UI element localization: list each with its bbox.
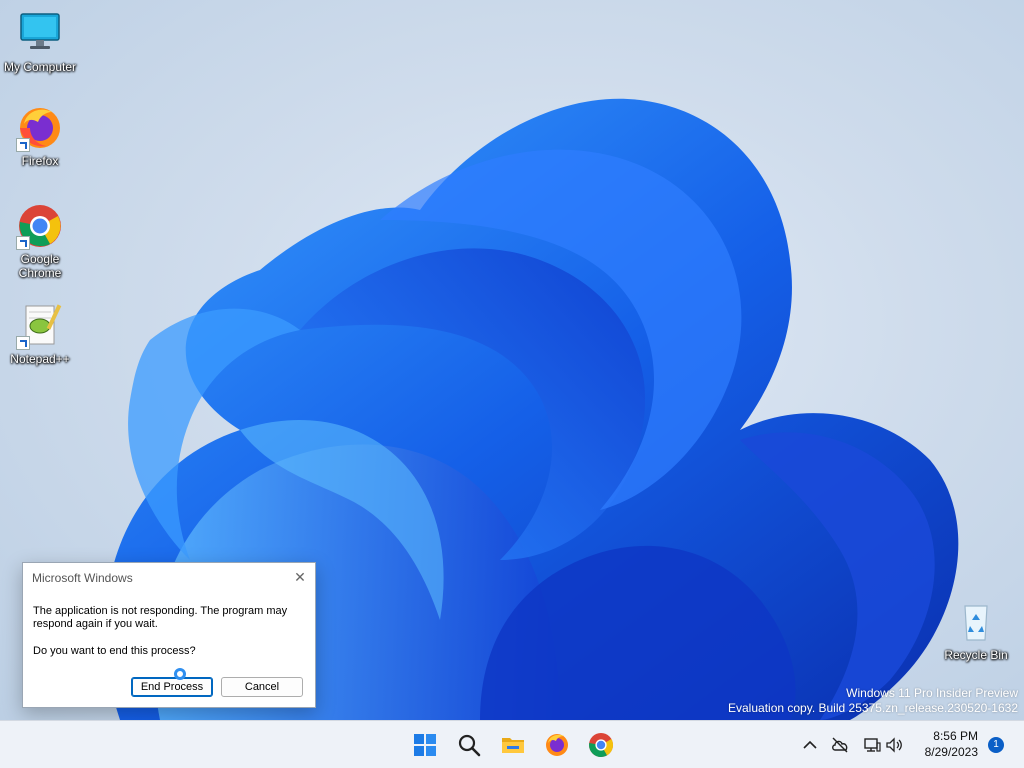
not-responding-dialog: Microsoft Windows ✕ The application is n… [22,562,316,708]
clock-time: 8:56 PM [933,729,978,743]
file-explorer-icon[interactable] [499,731,527,759]
cancel-button[interactable]: Cancel [221,677,303,697]
chrome-icon[interactable] [587,731,615,759]
end-process-button[interactable]: End Process [131,677,213,697]
desktop-icon-recycle-bin[interactable]: Recycle Bin [936,598,1016,662]
desktop-icon-google-chrome[interactable]: Google Chrome [0,202,80,280]
firefox-icon [16,104,64,152]
watermark-line-2: Evaluation copy. Build 25375.zn_release.… [728,701,1018,715]
show-hidden-icons-chevron-up-icon[interactable] [800,735,820,755]
desktop-icon-label: Notepad++ [10,352,70,366]
desktop-icon-label: Firefox [21,154,59,168]
desktop-icon-firefox[interactable]: Firefox [0,104,80,168]
notification-badge[interactable]: 1 [988,737,1004,753]
taskbar: 8:56 PM 8/29/2023 1 [0,720,1024,768]
dialog-title: Microsoft Windows [32,571,133,585]
desktop-icon-notepadpp[interactable]: Notepad++ [0,302,80,366]
notepadpp-icon [16,302,64,350]
recycle-bin-icon [952,598,1000,646]
monitor-icon [16,10,64,58]
mouse-cursor-indicator [174,668,186,680]
watermark-line-1: Windows 11 Pro Insider Preview [846,686,1018,700]
search-icon[interactable] [455,731,483,759]
close-icon[interactable]: ✕ [293,570,307,584]
volume-icon[interactable] [884,735,904,755]
firefox-icon[interactable] [543,731,571,759]
shortcut-arrow-icon [16,336,30,350]
shortcut-arrow-icon [16,236,30,250]
start-icon[interactable] [411,731,439,759]
network-icon[interactable] [862,735,882,755]
dialog-message: The application is not responding. The p… [33,605,288,630]
desktop-icon-my-computer[interactable]: My Computer [0,10,80,74]
chrome-icon [16,202,64,250]
windows-watermark: Windows 11 Pro Insider Preview Evaluatio… [728,686,1018,715]
dialog-question: Do you want to end this process? [33,645,196,657]
onedrive-offline-icon[interactable] [830,735,850,755]
desktop-icon-label: Recycle Bin [944,648,1008,662]
desktop-icon-label: Google Chrome [18,252,62,280]
taskbar-clock[interactable]: 8:56 PM 8/29/2023 [925,728,978,760]
clock-date: 8/29/2023 [924,745,978,759]
desktop-icon-label: My Computer [3,60,77,74]
shortcut-arrow-icon [16,138,30,152]
